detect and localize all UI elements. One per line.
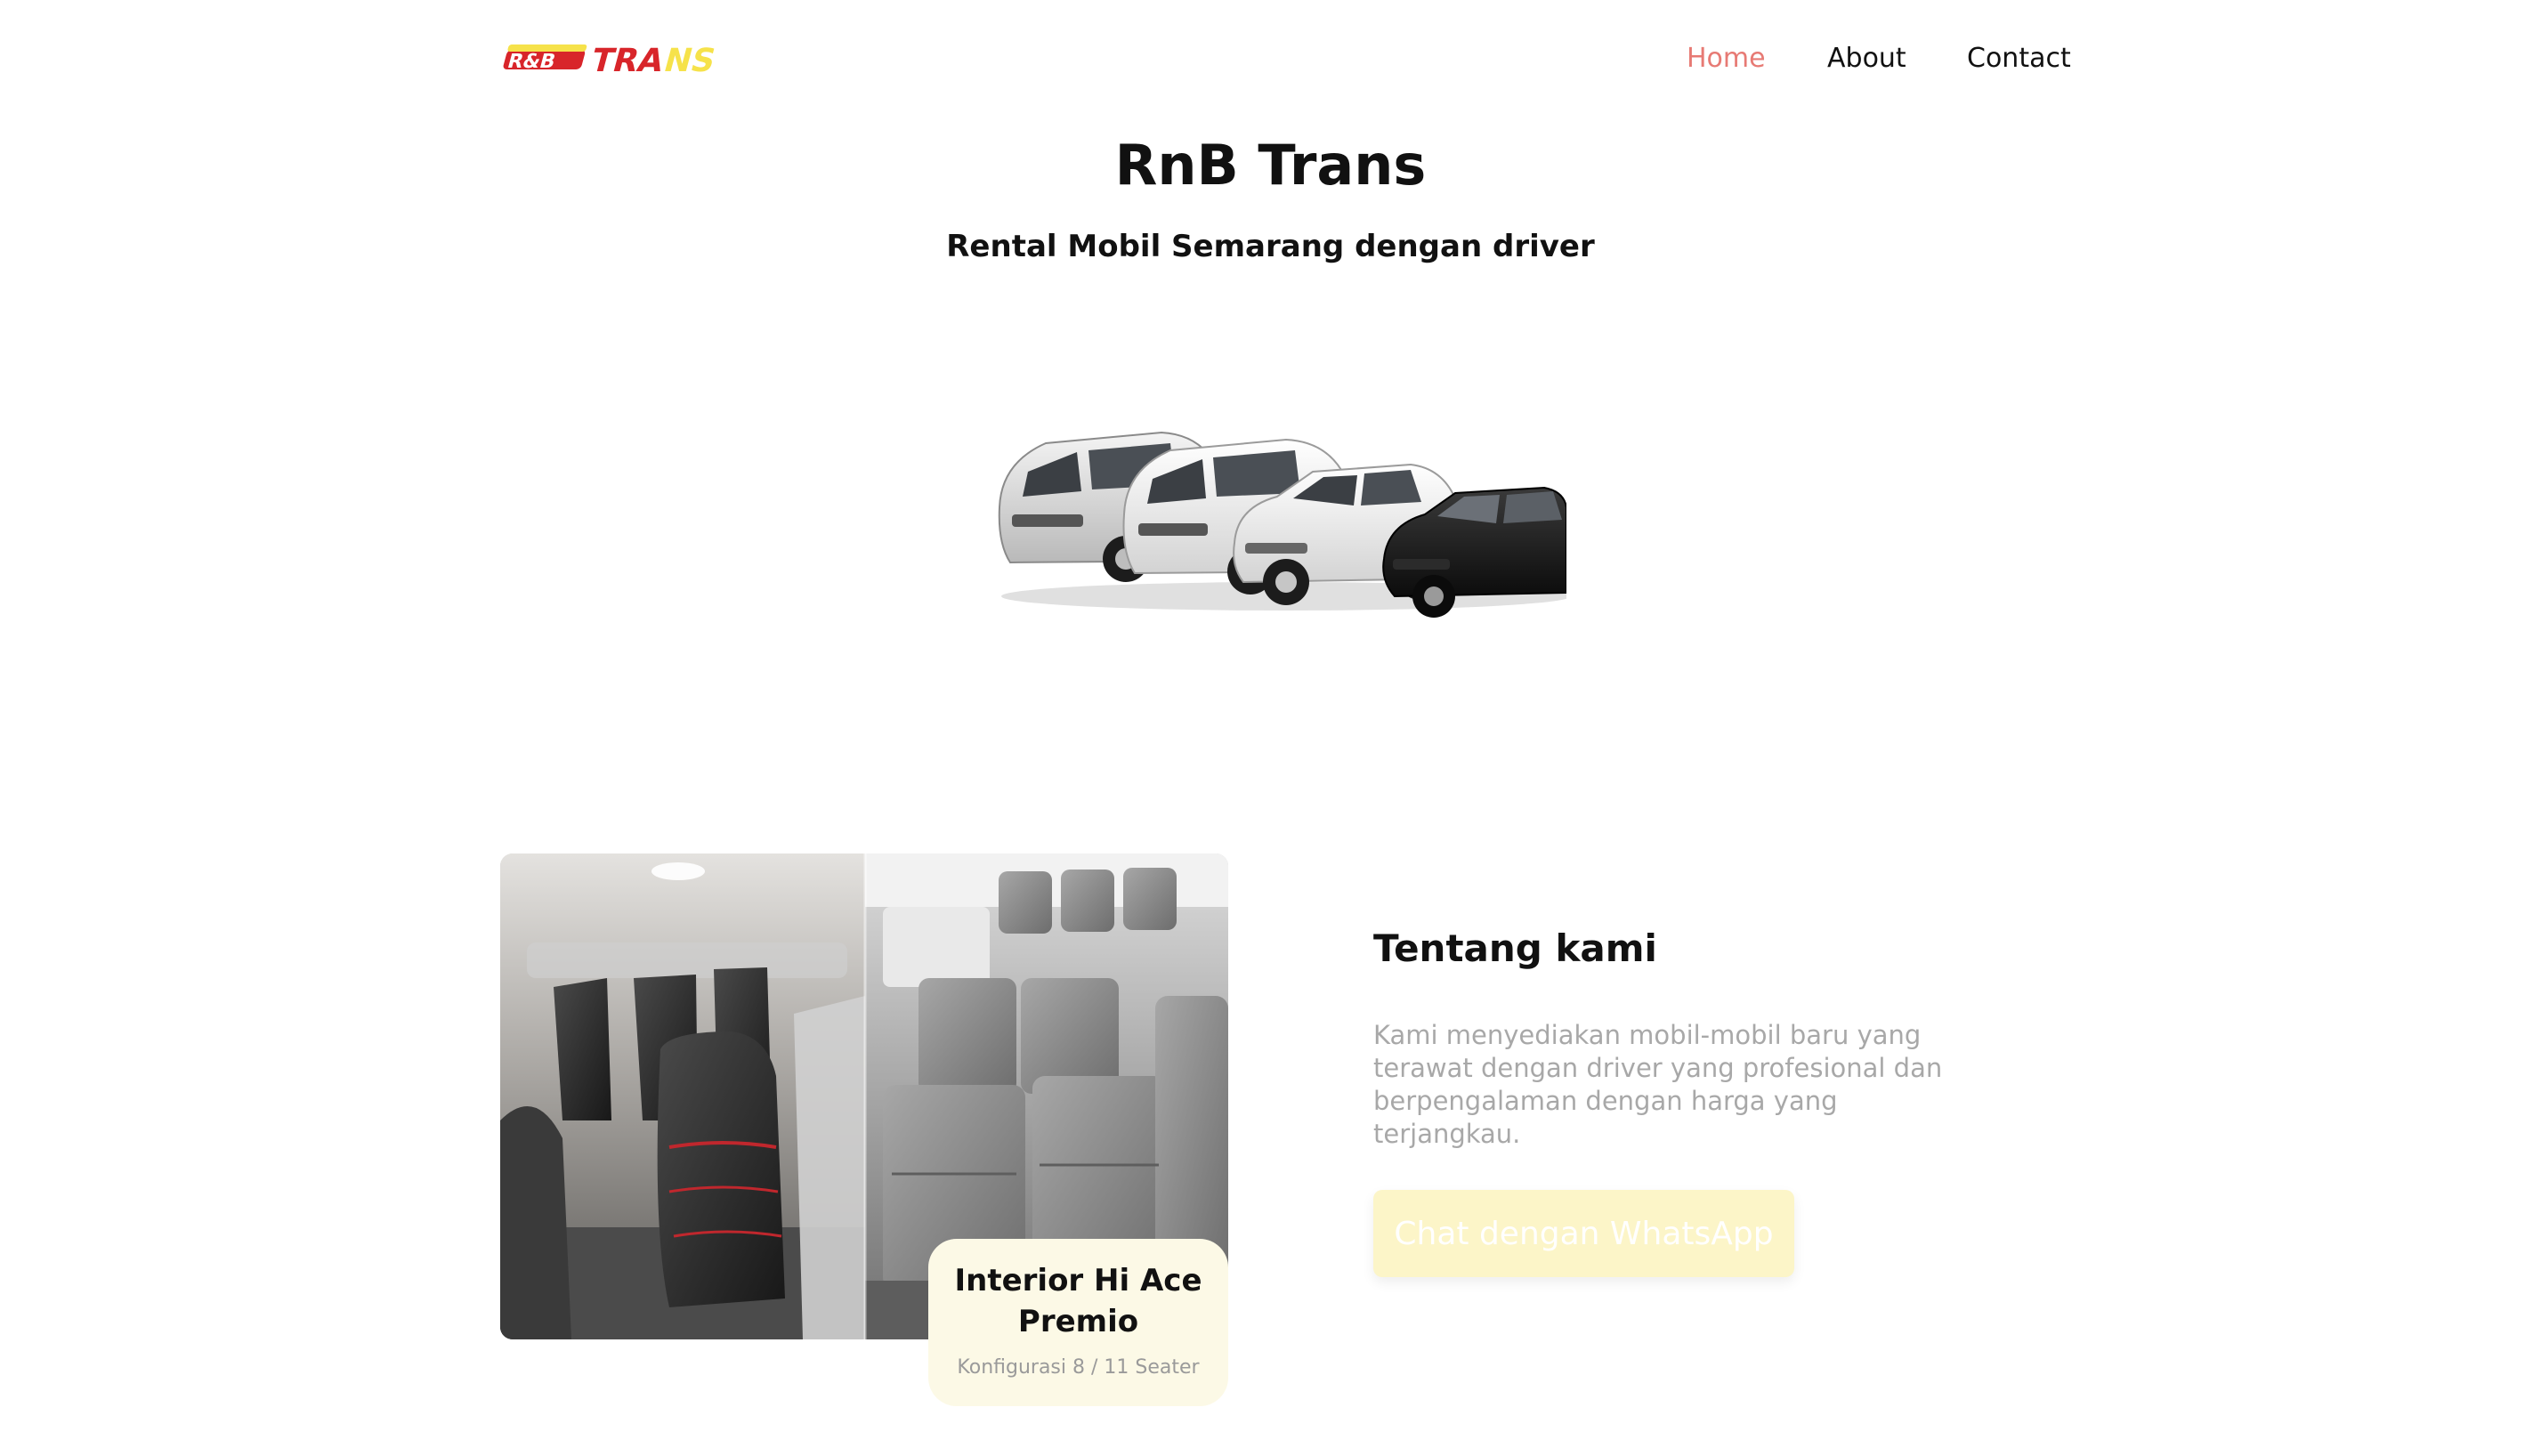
about-title: Tentang kami bbox=[1373, 926, 1657, 970]
hero-subtitle: Rental Mobil Semarang dengan driver bbox=[946, 229, 1595, 264]
page: R&B TRA NS Home About Contact RnB Trans … bbox=[0, 0, 2541, 1456]
svg-text:TRA: TRA bbox=[587, 42, 669, 77]
nav-link-contact[interactable]: Contact bbox=[1967, 39, 2071, 78]
hero-title: RnB Trans bbox=[1114, 133, 1427, 198]
nav-link-about[interactable]: About bbox=[1827, 39, 1906, 78]
caption-subtitle: Konfigurasi 8 / 11 Seater bbox=[957, 1356, 1200, 1379]
whatsapp-chat-button[interactable]: Chat dengan WhatsApp bbox=[1373, 1190, 1794, 1277]
logo-graphic: R&B TRA NS bbox=[503, 42, 720, 77]
nav-link-home[interactable]: Home bbox=[1687, 39, 1766, 78]
about-description: Kami menyediakan mobil-mobil baru yang t… bbox=[1373, 1020, 1943, 1149]
brand-logo[interactable]: R&B TRA NS bbox=[501, 39, 732, 78]
cars-lineup-image bbox=[998, 431, 1566, 618]
interior-caption-card: Interior Hi Ace Premio Konfigurasi 8 / 1… bbox=[928, 1239, 1228, 1406]
svg-text:NS: NS bbox=[660, 42, 720, 77]
svg-text:R&B: R&B bbox=[505, 50, 558, 73]
caption-title: Interior Hi Ace Premio bbox=[954, 1263, 1202, 1339]
